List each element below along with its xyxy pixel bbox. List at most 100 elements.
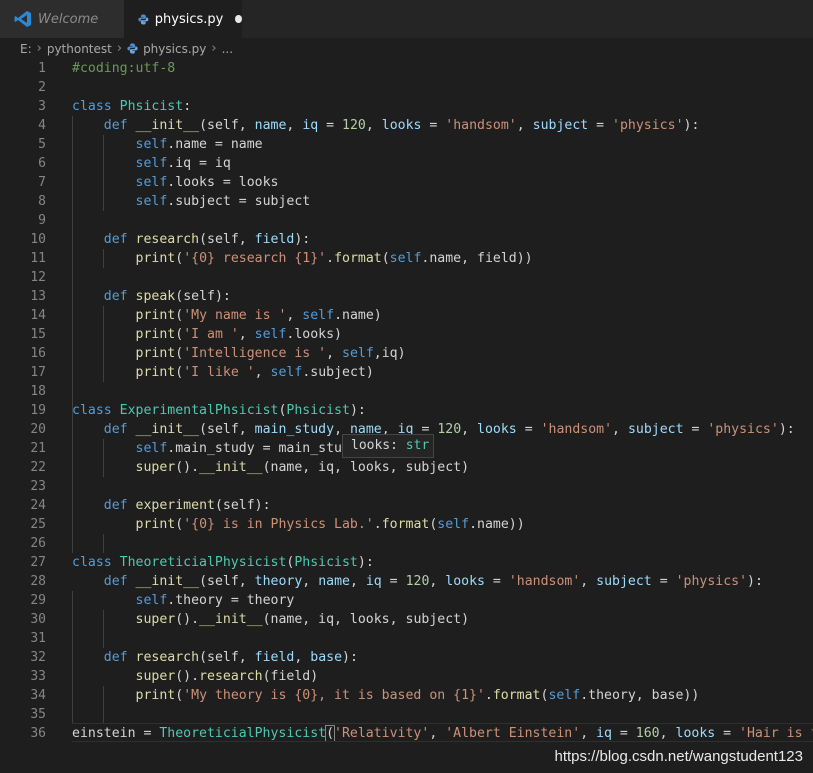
code-token: subject: [596, 574, 652, 589]
line-number: 26: [30, 536, 46, 551]
code-line[interactable]: 9: [0, 211, 813, 230]
chevron-right-icon: ›: [36, 41, 42, 56]
tab-label: Welcome: [38, 11, 99, 27]
code-token: ):: [349, 403, 366, 418]
code-token: format: [492, 688, 541, 703]
current-line-highlight: [72, 723, 813, 742]
code-line[interactable]: 19 class ExperimentalPhsicist(Phsicist):: [0, 401, 813, 420]
code-token: print: [135, 688, 176, 703]
code-line[interactable]: 28 def __init__(self, theory, name, iq =…: [0, 572, 813, 591]
python-file-icon: [138, 13, 149, 25]
code-token: base: [310, 650, 343, 665]
code-token: looks: [349, 460, 390, 475]
code-token: def: [103, 498, 128, 513]
code-token: class: [72, 99, 112, 114]
line-number: 29: [30, 593, 46, 608]
line-number: 8: [38, 194, 46, 209]
code-editor[interactable]: 1 #coding:utf-8 2 3 class Phsicist: 4 def __i…: [0, 59, 813, 773]
code-token: field: [254, 650, 295, 665]
code-token: =: [484, 574, 509, 589]
line-number: 22: [30, 460, 46, 475]
code-line[interactable]: 32 def research(self, field, base):: [0, 648, 813, 667]
breadcrumb-drive[interactable]: E:: [20, 42, 32, 56]
code-line[interactable]: 3 class Phsicist:: [0, 97, 813, 116]
code-text: print('{0} is in Physics Lab.'.format(se…: [72, 515, 525, 534]
code-token: def: [103, 422, 128, 437]
code-token: research: [135, 232, 200, 247]
code-line[interactable]: 25 print('{0} is in Physics Lab.'.format…: [0, 515, 813, 534]
code-line[interactable]: 17 print('I like ', self.subject): [0, 363, 813, 382]
line-number: 12: [30, 270, 46, 285]
code-line[interactable]: 18: [0, 382, 813, 401]
code-token: iq: [302, 118, 319, 133]
code-line[interactable]: 14 print('My name is ', self.name): [0, 306, 813, 325]
code-line[interactable]: 27 class TheoreticialPhysicist(Phsicist):: [0, 553, 813, 572]
code-token: self: [135, 441, 168, 456]
code-token: self: [389, 251, 422, 266]
code-text: print('Intelligence is ', self,iq): [72, 344, 406, 363]
code-token: ,iq): [373, 346, 406, 361]
code-token: 'My name is ': [183, 308, 287, 323]
line-number: 19: [30, 403, 46, 418]
line-number: 14: [30, 308, 46, 323]
tab-physics-py[interactable]: physics.py: [124, 0, 242, 38]
code-token: .looks): [286, 327, 342, 342]
code-line[interactable]: 26: [0, 534, 813, 553]
code-token: self: [135, 194, 168, 209]
code-token: ,: [612, 422, 628, 437]
code-line[interactable]: 24 def experiment(self):: [0, 496, 813, 515]
code-line[interactable]: 12: [0, 268, 813, 287]
code-line[interactable]: 8 self.subject = subject: [0, 192, 813, 211]
code-line[interactable]: 35: [0, 705, 813, 724]
tab-welcome[interactable]: Welcome: [0, 0, 124, 38]
code-token: self: [437, 517, 470, 532]
code-line[interactable]: 1 #coding:utf-8: [0, 59, 813, 78]
line-number: 11: [30, 251, 46, 266]
code-token: research: [135, 650, 200, 665]
code-line[interactable]: 23: [0, 477, 813, 496]
breadcrumb-symbols[interactable]: ...: [222, 42, 233, 56]
code-token: (name, iq, looks, subject): [262, 612, 470, 627]
tab-label: physics.py: [154, 11, 224, 27]
code-token: __init__: [199, 612, 263, 627]
code-line[interactable]: 30 super().__init__(name, iq, looks, sub…: [0, 610, 813, 629]
code-line[interactable]: 15 print('I am ', self.looks): [0, 325, 813, 344]
code-token: format: [381, 517, 430, 532]
code-line[interactable]: 2: [0, 78, 813, 97]
code-text: super().__init__(name, iq, looks, subjec…: [72, 458, 470, 477]
code-line[interactable]: 34 print('My theory is {0}, it is based …: [0, 686, 813, 705]
code-line[interactable]: 31: [0, 629, 813, 648]
code-line[interactable]: 16 print('Intelligence is ', self,iq): [0, 344, 813, 363]
code-token: print: [135, 346, 176, 361]
code-text: print('I am ', self.looks): [72, 325, 342, 344]
breadcrumb-file[interactable]: physics.py: [143, 42, 206, 56]
line-number: 32: [30, 650, 46, 665]
code-text: self.iq = iq: [72, 154, 231, 173]
code-line[interactable]: 4 def __init__(self, name, iq = 120, loo…: [0, 116, 813, 135]
code-line[interactable]: 29 self.theory = theory: [0, 591, 813, 610]
code-token: 'My theory is {0}, it is based on {1}': [183, 688, 485, 703]
breadcrumb-folder[interactable]: pythontest: [47, 42, 112, 56]
code-token: Phsicist: [286, 403, 350, 418]
unsaved-dot-icon[interactable]: [235, 15, 242, 23]
code-line[interactable]: 7 self.looks = looks: [0, 173, 813, 192]
code-token: .main_study = main_study: [167, 441, 358, 456]
code-line[interactable]: 33 super().research(field): [0, 667, 813, 686]
code-line[interactable]: 11 print('{0} research {1}'.format(self.…: [0, 249, 813, 268]
code-token: name: [254, 118, 287, 133]
code-token: __init__: [135, 118, 200, 133]
code-token: (self,: [199, 232, 255, 247]
code-token: :: [183, 99, 192, 114]
code-token: (name, iq,: [262, 460, 350, 475]
code-token: .theory = theory: [167, 593, 295, 608]
code-line[interactable]: 13 def speak(self):: [0, 287, 813, 306]
code-line[interactable]: 10 def research(self, field):: [0, 230, 813, 249]
line-number: 24: [30, 498, 46, 513]
code-line[interactable]: 22 super().__init__(name, iq, looks, sub…: [0, 458, 813, 477]
line-number: 10: [30, 232, 46, 247]
code-line[interactable]: 6 self.iq = iq: [0, 154, 813, 173]
code-line[interactable]: 5 self.name = name: [0, 135, 813, 154]
code-token: def: [103, 574, 128, 589]
